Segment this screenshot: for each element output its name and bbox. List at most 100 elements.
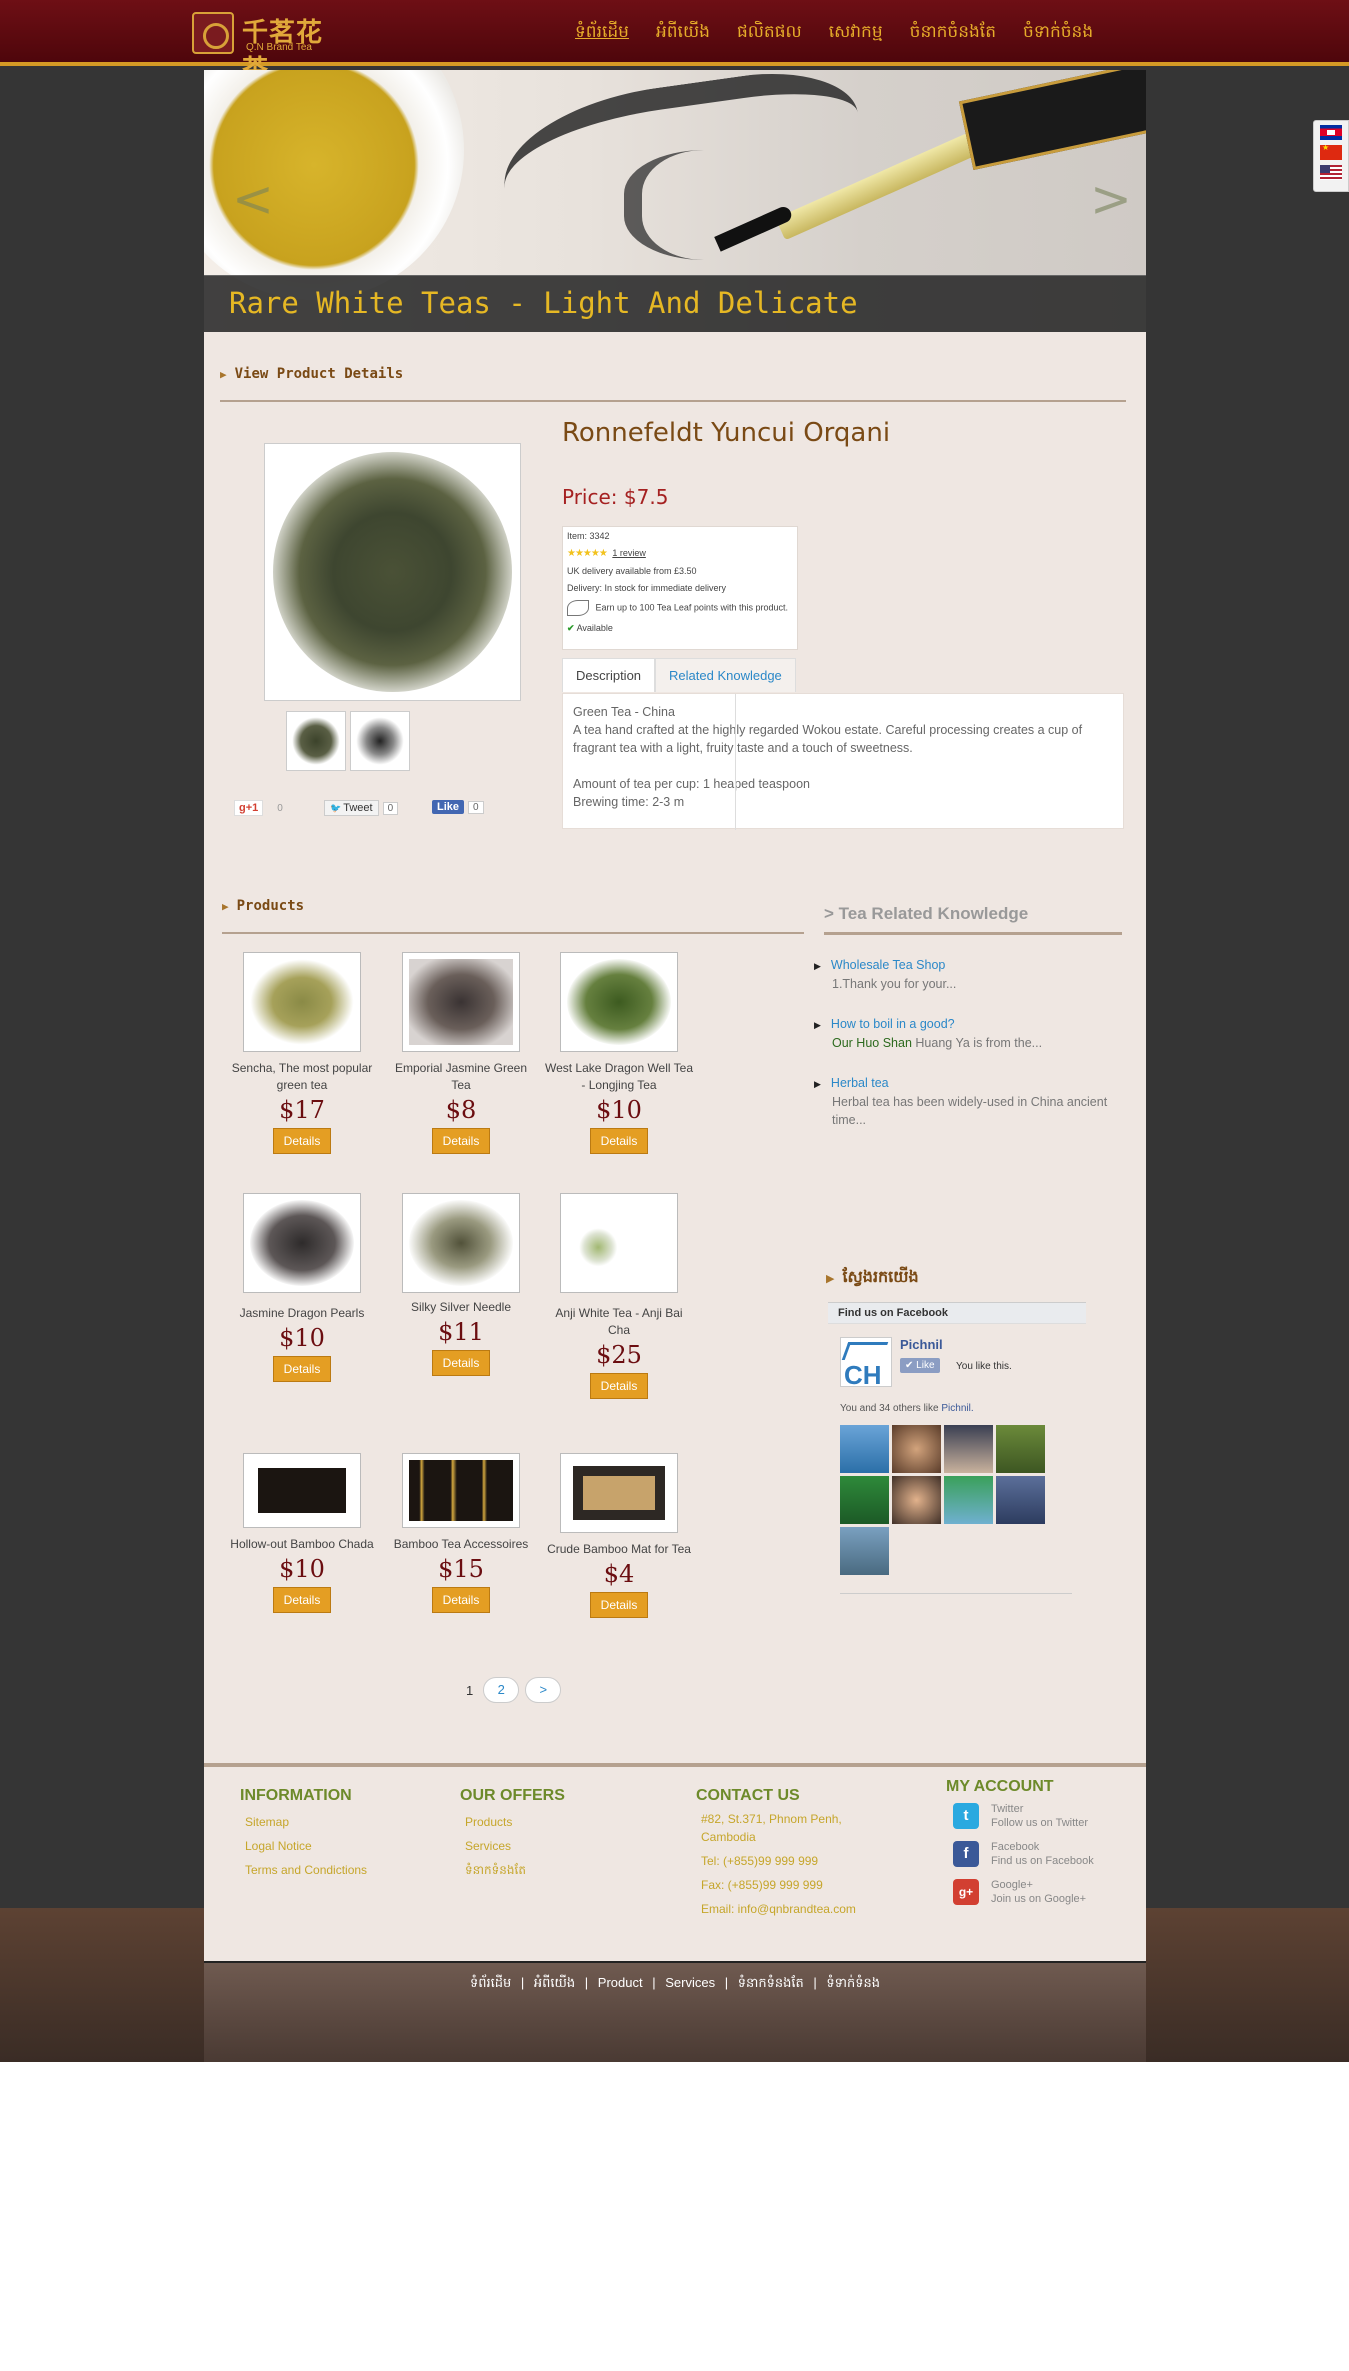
tweet-count: 0 <box>382 801 399 815</box>
fan-avatar[interactable] <box>944 1476 993 1524</box>
fan-avatar[interactable] <box>840 1425 889 1473</box>
footer-divider <box>204 1763 1146 1767</box>
details-button[interactable]: Details <box>589 1592 649 1618</box>
product-thumbnail[interactable] <box>286 711 346 771</box>
product-name[interactable]: Hollow-out Bamboo Chada <box>227 1536 377 1553</box>
review-link[interactable]: 1 review <box>612 548 646 558</box>
product-name[interactable]: Silky Silver Needle <box>386 1299 536 1316</box>
product-image[interactable] <box>402 952 520 1052</box>
details-button[interactable]: Details <box>431 1350 491 1376</box>
nav-contact[interactable]: ចំទាក់ចំនង <box>1023 21 1093 46</box>
details-button[interactable]: Details <box>589 1373 649 1399</box>
product-main-image[interactable] <box>264 443 521 701</box>
fan-avatar[interactable] <box>996 1425 1045 1473</box>
tweet-button[interactable]: Tweet <box>324 800 379 816</box>
pagination-current: 1 <box>466 1682 474 1698</box>
description-panel: Green Tea - China A tea hand crafted at … <box>562 693 1124 830</box>
delivery-text: Delivery: In stock for immediate deliver… <box>567 583 727 593</box>
product-name[interactable]: West Lake Dragon Well Tea - Longjing Tea <box>544 1060 694 1094</box>
others-page-link[interactable]: Pichnil. <box>941 1403 973 1414</box>
facebook-like-button[interactable]: Like <box>432 800 465 814</box>
chinese-flag-icon[interactable] <box>1320 145 1342 160</box>
tea-leaves-image <box>273 452 512 692</box>
details-button[interactable]: Details <box>589 1128 649 1154</box>
fan-avatar[interactable] <box>892 1476 941 1524</box>
details-button[interactable]: Details <box>431 1128 491 1154</box>
facebook-page-like-button[interactable]: ✔ Like <box>900 1358 940 1373</box>
product-image[interactable] <box>402 1193 520 1293</box>
footer-link-legal-notice[interactable]: Logal Notice <box>245 1834 367 1858</box>
details-button[interactable]: Details <box>272 1356 332 1382</box>
product-image[interactable] <box>560 1453 678 1533</box>
bottom-nav-about[interactable]: អំពីយើង <box>534 1975 575 1990</box>
product-image[interactable] <box>243 1193 361 1293</box>
knowledge-link[interactable]: Herbal tea <box>831 1074 1122 1093</box>
product-image[interactable] <box>560 1193 678 1293</box>
khmer-flag-icon[interactable] <box>1320 125 1342 140</box>
facebook-like-share: Like 0 <box>432 800 484 814</box>
product-thumbnail[interactable] <box>350 711 410 771</box>
tab-related-knowledge[interactable]: Related Knowledge <box>655 658 796 692</box>
bottom-nav-tea-contact[interactable]: ទំនាកទំនងតែ <box>738 1975 804 1990</box>
bottom-nav-contact[interactable]: ទំទាក់ទំនង <box>826 1975 880 1990</box>
nav-services[interactable]: សេវាកម្ម <box>829 21 883 46</box>
fan-avatar[interactable] <box>996 1476 1045 1524</box>
product-price: $15 <box>438 1555 484 1583</box>
nav-tea-contact[interactable]: ចំនាកចំនងតែ <box>910 21 996 46</box>
bottom-nav-product[interactable]: Product <box>598 1975 643 1990</box>
content-container: < > Rare White Teas - Light And Delicate… <box>204 70 1146 1961</box>
product-name[interactable]: Sencha, The most popular green tea <box>227 1060 377 1094</box>
fan-avatar[interactable] <box>840 1476 889 1524</box>
google-plus-link[interactable]: g+ Google+ Join us on Google+ <box>953 1878 1146 1906</box>
footer-offers-title: OUR OFFERS <box>460 1787 565 1804</box>
fan-avatar[interactable] <box>944 1425 993 1473</box>
gplus-button[interactable]: g+1 <box>234 800 264 816</box>
footer-link-sitemap[interactable]: Sitemap <box>245 1810 367 1834</box>
facebook-link[interactable]: f Facebook Find us on Facebook <box>953 1840 1146 1868</box>
product-name[interactable]: Anji White Tea - Anji Bai Cha <box>544 1305 694 1339</box>
footer-link-products[interactable]: Products <box>465 1810 565 1834</box>
contact-email[interactable]: Email: info@qnbrandtea.com <box>701 1900 896 1918</box>
product-image[interactable] <box>243 952 361 1052</box>
product-name[interactable]: Crude Bamboo Mat for Tea <box>544 1541 694 1558</box>
nav-products[interactable]: ផលិតផល <box>737 21 802 46</box>
nav-home[interactable]: ទំព័រដើម <box>575 21 629 46</box>
bottom-nav-services[interactable]: Services <box>665 1975 715 1990</box>
nav-separator: | <box>652 1975 656 1990</box>
tab-description[interactable]: Description <box>562 658 656 692</box>
fan-avatar[interactable] <box>840 1527 889 1575</box>
fan-avatar[interactable] <box>892 1425 941 1473</box>
footer-link-services[interactable]: Services <box>465 1834 565 1858</box>
facebook-name: Facebook <box>991 1841 1040 1853</box>
footer-link-tea-contact[interactable]: ទំនាកទំនងតែ <box>465 1858 565 1882</box>
pagination-page-2[interactable]: 2 <box>483 1677 520 1703</box>
footer-link-terms[interactable]: Terms and Condictions <box>245 1858 367 1882</box>
english-flag-icon[interactable] <box>1320 165 1342 180</box>
details-button[interactable]: Details <box>431 1587 491 1613</box>
slider-next-button[interactable]: > <box>1090 170 1132 228</box>
nav-about[interactable]: អំពីយើង <box>656 21 710 46</box>
slider-prev-button[interactable]: < <box>232 170 274 228</box>
knowledge-link[interactable]: How to boil in a good? <box>831 1015 1122 1034</box>
bottom-nav-home[interactable]: ទំព័រដើម <box>470 1975 511 1990</box>
product-name[interactable]: Emporial Jasmine Green Tea <box>386 1060 536 1094</box>
details-button[interactable]: Details <box>272 1587 332 1613</box>
footer-information-title: INFORMATION <box>240 1787 352 1804</box>
facebook-widget: Find us on Facebook CH Pichnil ✔ Like Yo… <box>828 1302 1086 1602</box>
site-logo[interactable]: 千茗花茶 Q.N Brand Tea <box>190 10 335 85</box>
product-image[interactable] <box>402 1453 520 1528</box>
product-image[interactable] <box>560 952 678 1052</box>
facebook-page-logo[interactable]: CH <box>840 1337 892 1390</box>
product-card: West Lake Dragon Well Tea - Longjing Tea… <box>544 952 694 1154</box>
facebook-widget-title: Find us on Facebook <box>828 1303 1086 1324</box>
twitter-desc: Follow us on Twitter <box>991 1817 1089 1829</box>
find-us-heading: ស្វែងរកយើង <box>826 1266 918 1290</box>
product-image[interactable] <box>243 1453 361 1528</box>
pagination-next[interactable]: > <box>525 1677 562 1703</box>
product-name[interactable]: Jasmine Dragon Pearls <box>227 1305 377 1322</box>
details-button[interactable]: Details <box>272 1128 332 1154</box>
product-name[interactable]: Bamboo Tea Accessoires <box>386 1536 536 1553</box>
knowledge-link[interactable]: Wholesale Tea Shop <box>831 956 1122 975</box>
facebook-page-name[interactable]: Pichnil <box>900 1337 943 1352</box>
twitter-link[interactable]: t Twitter Follow us on Twitter <box>953 1802 1146 1830</box>
